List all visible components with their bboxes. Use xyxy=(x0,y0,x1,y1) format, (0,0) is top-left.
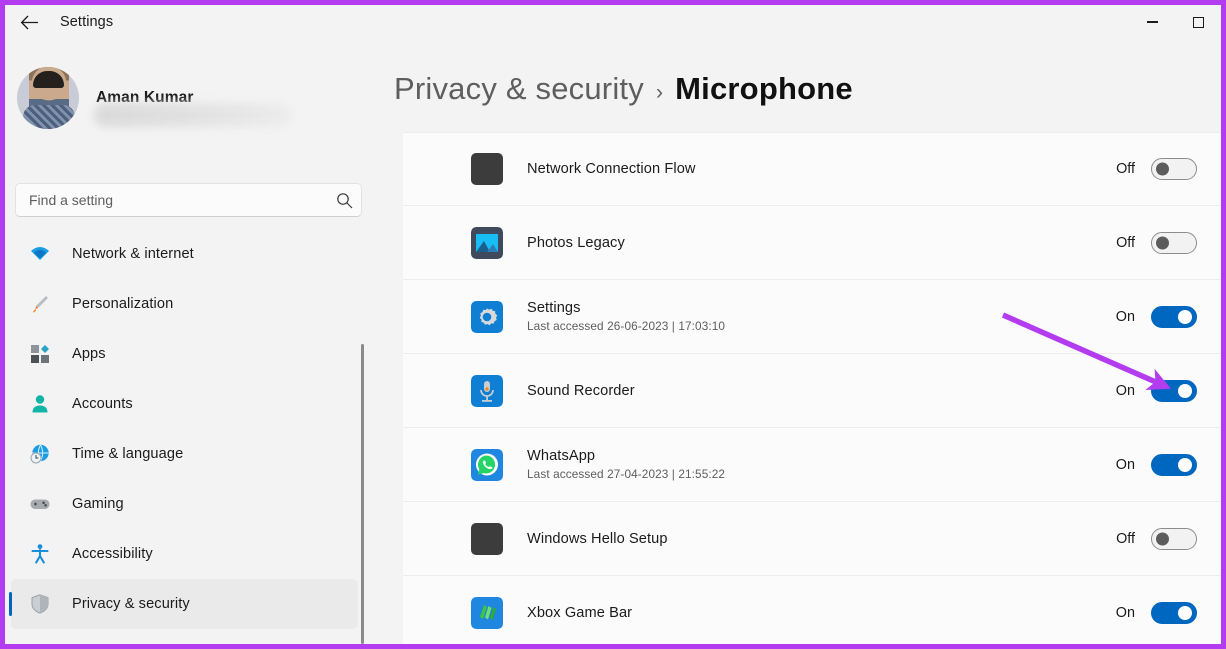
globe-clock-icon xyxy=(27,441,53,467)
app-name: WhatsApp xyxy=(527,448,596,464)
table-row[interactable]: Settings Last accessed 26-06-2023 | 17:0… xyxy=(403,280,1221,354)
search-box[interactable] xyxy=(15,183,362,217)
app-last-accessed: Last accessed 26-06-2023 | 17:03:10 xyxy=(527,319,726,333)
sidebar: Aman Kumar Network xyxy=(5,39,364,644)
sidebar-item-apps[interactable]: Apps xyxy=(11,329,358,379)
permission-toggle[interactable] xyxy=(1151,158,1197,180)
back-arrow-icon xyxy=(20,15,39,30)
toggle-state-label: On xyxy=(1115,308,1135,325)
generic-app-icon xyxy=(471,153,503,185)
page-title: Microphone xyxy=(675,71,853,106)
breadcrumb-separator-icon: › xyxy=(655,81,664,104)
wifi-icon xyxy=(27,241,53,267)
table-row[interactable]: Xbox Game Bar On xyxy=(403,576,1221,644)
permission-toggle[interactable] xyxy=(1151,305,1197,328)
toggle-state-label: On xyxy=(1115,382,1135,399)
sidebar-item-accounts[interactable]: Accounts xyxy=(11,379,358,429)
toggle-state-label: Off xyxy=(1116,161,1135,177)
toggle-state-label: Off xyxy=(1116,530,1135,547)
toggle-state-label: On xyxy=(1115,456,1135,473)
settings-window: Settings Aman Kumar Find a setting Netwo… xyxy=(0,0,1226,649)
sidebar-item-label: Time & language xyxy=(72,446,184,462)
sidebar-item-label: Network & internet xyxy=(72,246,194,262)
search-input[interactable] xyxy=(16,192,327,208)
app-name: Settings xyxy=(527,300,581,316)
app-name: Windows Hello Setup xyxy=(527,530,668,547)
toggle-state-label: On xyxy=(1115,604,1135,621)
app-name: Photos Legacy xyxy=(527,234,625,251)
maximize-button[interactable] xyxy=(1175,5,1221,39)
breadcrumb-parent[interactable]: Privacy & security xyxy=(394,71,644,107)
back-button[interactable] xyxy=(9,6,49,38)
sidebar-item-accessibility[interactable]: Accessibility xyxy=(11,529,358,579)
permission-toggle[interactable] xyxy=(1151,379,1197,402)
sidebar-item-label: Personalization xyxy=(72,296,174,312)
minimize-icon xyxy=(1146,21,1158,23)
main-content: Privacy & security › Microphone Network … xyxy=(358,39,1221,644)
permission-toggle[interactable] xyxy=(1151,527,1197,550)
app-name: Sound Recorder xyxy=(527,382,635,399)
shield-icon xyxy=(27,591,53,617)
xbox-game-bar-icon xyxy=(471,596,503,629)
minimize-button[interactable] xyxy=(1129,5,1175,39)
toggle-state-label: Off xyxy=(1116,234,1135,251)
app-title: Settings xyxy=(60,14,114,30)
gamepad-icon xyxy=(27,491,53,517)
paintbrush-icon xyxy=(27,291,53,317)
person-icon xyxy=(27,391,53,417)
microphone-icon xyxy=(471,374,503,407)
table-row[interactable]: Windows Hello Setup Off xyxy=(403,502,1221,576)
sidebar-item-gaming[interactable]: Gaming xyxy=(11,479,358,529)
app-last-accessed: Last accessed 27-04-2023 | 21:55:22 xyxy=(527,467,726,481)
accessibility-icon xyxy=(27,541,53,567)
maximize-icon xyxy=(1192,16,1204,28)
apps-icon xyxy=(27,341,53,367)
sidebar-item-label: Gaming xyxy=(72,496,124,512)
table-row[interactable]: Photos Legacy Off xyxy=(403,206,1221,280)
settings-gear-icon xyxy=(471,300,503,333)
permission-toggle[interactable] xyxy=(1151,231,1197,254)
window-controls xyxy=(1129,5,1221,39)
search-icon xyxy=(327,192,361,209)
app-name: Network Connection Flow xyxy=(527,161,696,177)
sidebar-item-label: Privacy & security xyxy=(72,596,190,612)
table-row[interactable]: Sound Recorder On xyxy=(403,354,1221,428)
avatar xyxy=(17,67,79,129)
table-row[interactable]: Network Connection Flow Off xyxy=(403,132,1221,206)
user-profile[interactable]: Aman Kumar xyxy=(5,39,358,131)
sidebar-item-label: Accessibility xyxy=(72,546,153,562)
profile-email-redacted xyxy=(94,103,292,127)
sidebar-item-network-internet[interactable]: Network & internet xyxy=(11,229,358,279)
sidebar-item-label: Apps xyxy=(72,346,106,362)
table-row[interactable]: WhatsApp Last accessed 27-04-2023 | 21:5… xyxy=(403,428,1221,502)
sidebar-item-privacy-security[interactable]: Privacy & security xyxy=(9,579,358,629)
sidebar-item-label: Accounts xyxy=(72,396,133,412)
generic-app-icon xyxy=(471,522,503,555)
title-bar: Settings xyxy=(5,5,1221,39)
app-name: Xbox Game Bar xyxy=(527,604,633,621)
breadcrumb: Privacy & security › Microphone xyxy=(394,71,853,107)
sidebar-nav: Network & internet Personalization Apps … xyxy=(9,229,358,629)
sidebar-item-personalization[interactable]: Personalization xyxy=(11,279,358,329)
permission-toggle[interactable] xyxy=(1151,601,1197,624)
whatsapp-icon xyxy=(471,448,503,481)
app-permission-list: Network Connection Flow Off Photos Legac… xyxy=(403,132,1221,644)
photos-icon xyxy=(471,226,503,259)
permission-toggle[interactable] xyxy=(1151,453,1197,476)
sidebar-item-time-language[interactable]: Time & language xyxy=(11,429,358,479)
